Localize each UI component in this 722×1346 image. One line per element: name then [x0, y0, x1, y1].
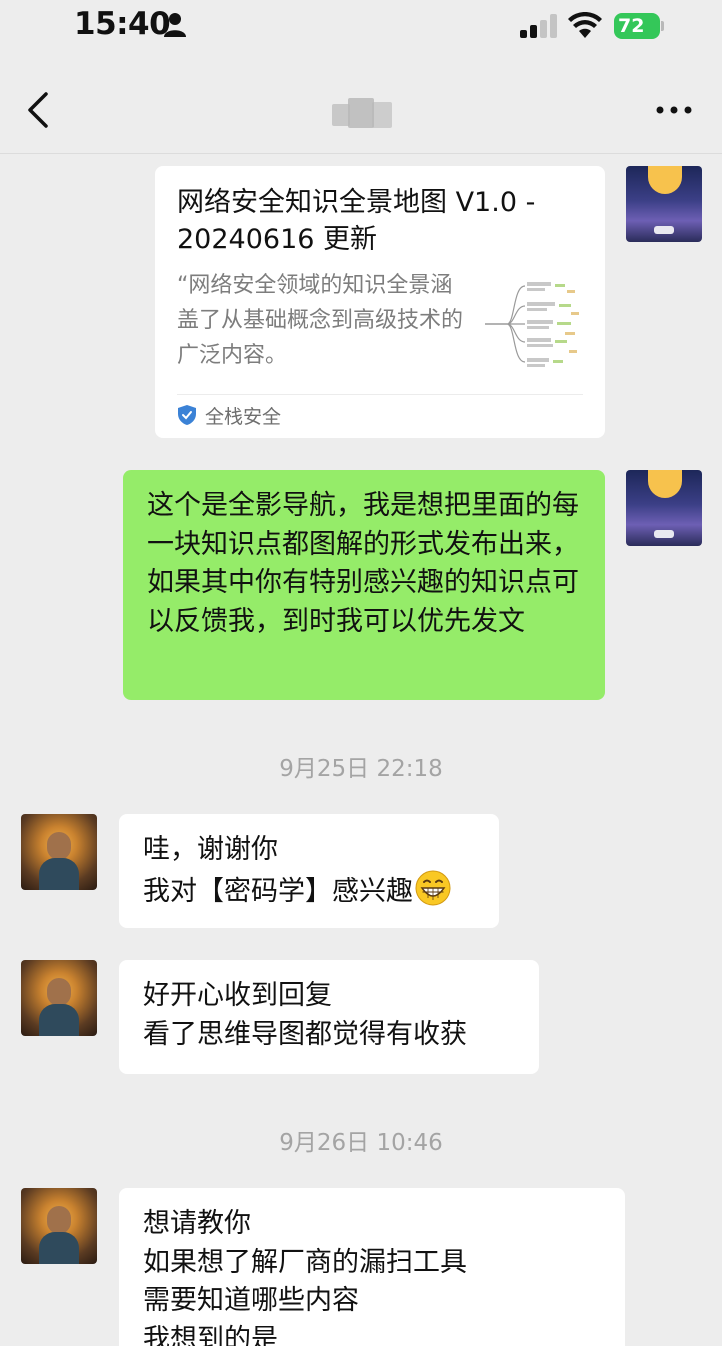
grinning-emoji-icon	[415, 870, 451, 905]
avatar-self[interactable]	[626, 470, 702, 546]
chat-header	[0, 56, 722, 154]
mindmap-thumbnail	[485, 282, 579, 367]
message-bubble-other[interactable]: 哇，谢谢你 我对【密码学】感兴趣	[119, 814, 499, 928]
message-timestamp: 9月26日 10:46	[279, 1130, 443, 1156]
person-icon	[164, 13, 186, 37]
card-source-name: 全栈安全	[205, 405, 282, 428]
avatar-other[interactable]	[21, 814, 97, 890]
card-description: “网络安全领域的知识全景涵盖了从基础概念到高级技术的广泛内容。	[177, 273, 464, 368]
message-bubble-other[interactable]: 好开心收到回复 看了思维导图都觉得有收获	[119, 960, 539, 1074]
avatar-self[interactable]	[626, 166, 702, 242]
avatar-other[interactable]	[21, 960, 97, 1036]
status-bar: 15:40 72	[0, 0, 722, 56]
signal-icon	[520, 14, 557, 38]
more-dots-icon[interactable]	[654, 98, 694, 122]
chat-title-blurred	[332, 98, 392, 128]
avatar-other[interactable]	[21, 1188, 97, 1264]
battery-cap	[661, 21, 664, 31]
link-card-message[interactable]: 网络安全知识全景地图 V1.0 - 20240616 更新 “网络安全领域的知识…	[155, 166, 605, 438]
chevron-left-icon[interactable]	[24, 90, 54, 130]
card-divider	[177, 394, 583, 395]
card-title: 网络安全知识全景地图 V1.0 - 20240616 更新	[177, 187, 536, 255]
battery-level: 72	[614, 13, 660, 39]
status-time: 15:40	[74, 6, 171, 42]
card-source: 全栈安全	[177, 400, 281, 430]
message-bubble-self[interactable]: 这个是全影导航，我是想把里面的每一块知识点都图解的形式发布出来，如果其中你有特别…	[123, 470, 605, 700]
message-timestamp: 9月25日 22:18	[279, 756, 443, 782]
message-line: 哇，谢谢你	[143, 834, 278, 865]
shield-icon	[178, 405, 196, 425]
message-bubble-other[interactable]: 想请教你 如果想了解厂商的漏扫工具 需要知道哪些内容 我想到的是	[119, 1188, 625, 1346]
message-line: 我对【密码学】感兴趣	[143, 875, 413, 907]
wifi-icon	[568, 12, 602, 38]
battery-icon: 72	[614, 13, 664, 39]
